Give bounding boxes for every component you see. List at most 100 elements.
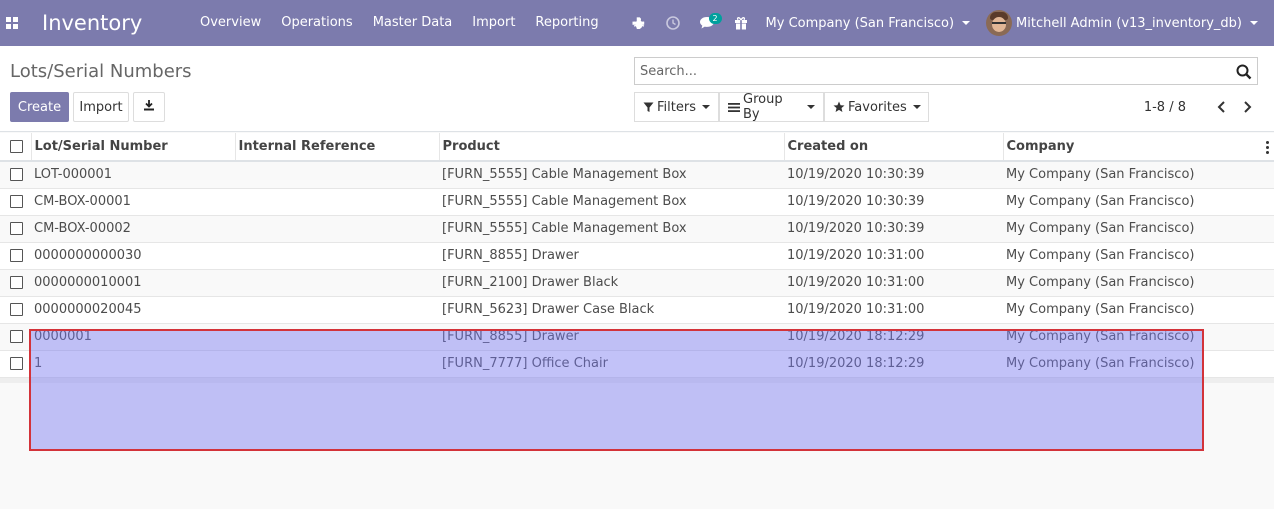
column-header[interactable]: Internal Reference [235,133,440,162]
download-button[interactable] [133,92,165,122]
favorites-button[interactable]: Favorites [824,92,929,122]
cell-lot: 0000000020045 [31,296,235,324]
cell-created-on: 10/19/2020 10:30:39 [784,161,1003,189]
column-header[interactable]: Product [439,133,785,162]
create-button[interactable]: Create [10,92,69,122]
row-checkbox[interactable] [10,303,23,316]
row-checkbox[interactable] [10,222,23,235]
search-bar [634,57,1258,85]
column-header[interactable]: Created on [784,133,1004,162]
cell-product: [FURN_2100] Drawer Black [439,269,784,297]
filter-icon [643,102,654,113]
table-row[interactable]: CM-BOX-00001 [FURN_5555] Cable Managemen… [0,188,1274,216]
app-name[interactable]: Inventory [42,11,190,35]
menu-overview[interactable]: Overview [190,0,271,46]
search-input[interactable] [635,58,1225,84]
cell-created-on: 10/19/2020 10:31:00 [784,269,1003,297]
row-checkbox[interactable] [10,330,23,343]
filters-label: Filters [657,99,696,115]
list-view: Lot/Serial Number Internal Reference Pro… [0,133,1274,383]
cell-internal-ref [235,161,439,189]
cell-company: My Company (San Francisco) [1003,242,1274,270]
table-row[interactable]: LOT-000001 [FURN_5555] Cable Management … [0,161,1274,189]
row-select-cell [0,242,31,270]
cell-company: My Company (San Francisco) [1003,350,1274,378]
company-name: My Company (San Francisco) [765,15,955,31]
cell-lot: 0000001 [31,323,235,351]
main-menu: Overview Operations Master Data Import R… [190,0,658,46]
gift-icon[interactable] [724,0,758,46]
column-header[interactable]: Lot/Serial Number [31,133,236,162]
select-all-checkbox[interactable] [10,140,23,153]
user-name: Mitchell Admin (v13_inventory_db) [1016,15,1242,31]
cell-lot: 1 [31,350,235,378]
filters-button[interactable]: Filters [634,92,719,122]
apps-menu-button[interactable] [2,0,22,46]
cell-internal-ref [235,242,439,270]
column-header[interactable]: Company [1003,133,1274,162]
row-checkbox[interactable] [10,357,23,370]
pager-value[interactable]: 1-8 / 8 [1144,100,1186,115]
menu-master-data[interactable]: Master Data [363,0,463,46]
control-panel: Lots/Serial Numbers Create Import Filter… [0,46,1274,132]
menu-import[interactable]: Import [462,0,525,46]
cell-product: [FURN_5555] Cable Management Box [439,215,784,243]
row-select-cell [0,296,31,324]
cell-created-on: 10/19/2020 10:30:39 [784,215,1003,243]
cell-created-on: 10/19/2020 18:12:29 [784,323,1003,351]
row-select-cell [0,161,31,189]
download-icon [143,99,155,115]
cell-created-on: 10/19/2020 10:30:39 [784,188,1003,216]
favorites-label: Favorites [848,99,907,115]
row-select-cell [0,215,31,243]
messages-badge: 2 [708,13,722,24]
cell-lot: 0000000010001 [31,269,235,297]
cell-company: My Company (San Francisco) [1003,269,1274,297]
groupby-button[interactable]: Group By [719,92,824,122]
table-row[interactable]: CM-BOX-00002 [FURN_5555] Cable Managemen… [0,215,1274,243]
bug-icon[interactable] [622,0,656,46]
search-icon[interactable] [1236,64,1252,80]
table-header: Lot/Serial Number Internal Reference Pro… [0,133,1274,162]
chevron-down-icon [962,21,971,25]
cell-created-on: 10/19/2020 10:31:00 [784,296,1003,324]
cell-internal-ref [235,188,439,216]
row-checkbox[interactable] [10,276,23,289]
table-row[interactable]: 1 [FURN_7777] Office Chair 10/19/2020 18… [0,350,1274,378]
table-row[interactable]: 0000001 [FURN_8855] Drawer 10/19/2020 18… [0,323,1274,351]
row-select-cell [0,188,31,216]
import-button[interactable]: Import [73,92,129,122]
row-select-cell [0,323,31,351]
apps-grid-icon [6,17,18,29]
row-checkbox[interactable] [10,168,23,182]
cell-company: My Company (San Francisco) [1003,161,1274,189]
chevron-down-icon [912,105,921,109]
row-checkbox[interactable] [10,249,23,262]
cell-internal-ref [235,323,439,351]
list-icon [728,102,740,113]
table-row[interactable]: 0000000020045 [FURN_5623] Drawer Case Bl… [0,296,1274,324]
cell-internal-ref [235,215,439,243]
menu-reporting[interactable]: Reporting [525,0,608,46]
cell-product: [FURN_8855] Drawer [439,242,784,270]
cell-company: My Company (San Francisco) [1003,215,1274,243]
user-menu[interactable]: Mitchell Admin (v13_inventory_db) [982,10,1274,36]
cell-product: [FURN_5555] Cable Management Box [439,188,784,216]
chevron-left-icon[interactable] [1214,100,1228,114]
chevron-right-icon[interactable] [1240,100,1254,114]
cell-product: [FURN_7777] Office Chair [439,350,784,378]
menu-operations[interactable]: Operations [271,0,362,46]
table-row[interactable]: 0000000010001 [FURN_2100] Drawer Black 1… [0,269,1274,297]
clock-icon[interactable] [656,0,690,46]
cell-created-on: 10/19/2020 18:12:29 [784,350,1003,378]
company-switcher[interactable]: My Company (San Francisco) [758,16,982,31]
cell-internal-ref [235,296,439,324]
cell-company: My Company (San Francisco) [1003,323,1274,351]
cell-product: [FURN_5555] Cable Management Box [439,161,784,189]
row-checkbox[interactable] [10,195,23,208]
cell-lot: 0000000000030 [31,242,235,270]
messages-icon[interactable]: 2 [690,0,724,46]
table-row[interactable]: 0000000000030 [FURN_8855] Drawer 10/19/2… [0,242,1274,270]
cell-company: My Company (San Francisco) [1003,296,1274,324]
optional-columns-icon[interactable] [1266,141,1270,154]
